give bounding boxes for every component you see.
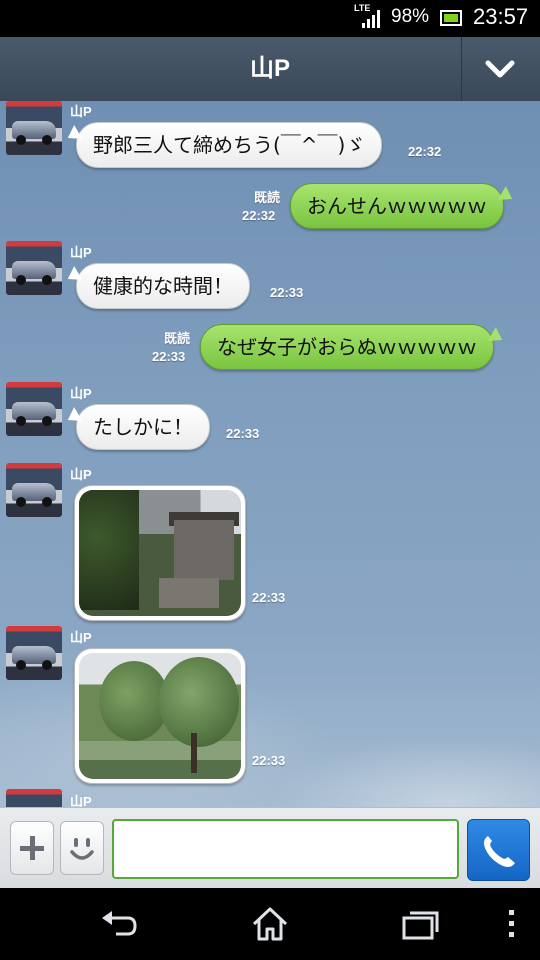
sticker-button[interactable] — [60, 821, 104, 875]
chat-area[interactable]: 山P 野郎三人て締めちう(￣^￣)ゞ 22:32 既読 22:32 おんせんｗｗ… — [0, 101, 540, 807]
message-time: 22:32 — [242, 208, 276, 223]
signal-icon — [362, 10, 380, 28]
message-time: 22:33 — [252, 753, 286, 768]
phone-icon — [484, 836, 515, 867]
garden-photo[interactable] — [74, 648, 246, 784]
plus-icon — [20, 836, 44, 860]
incoming-message[interactable]: 野郎三人て締めちう(￣^￣)ゞ — [76, 122, 383, 168]
back-icon — [102, 911, 137, 936]
sender-avatar[interactable] — [6, 382, 62, 436]
home-button[interactable] — [250, 904, 290, 944]
recent-apps-button[interactable] — [400, 904, 440, 944]
sender-name: 山P — [70, 794, 92, 807]
message-time: 22:33 — [270, 285, 304, 300]
incoming-message[interactable]: たしかに！ — [76, 404, 210, 450]
read-receipt: 既読 — [253, 190, 280, 205]
sender-avatar[interactable] — [6, 101, 62, 155]
sender-name: 山P — [70, 245, 92, 260]
clock: 23:57 — [473, 4, 529, 29]
outgoing-message[interactable]: おんせんｗｗｗｗｗ — [290, 183, 504, 229]
sender-name: 山P — [70, 630, 92, 645]
sender-name: 山P — [70, 104, 92, 119]
message-input[interactable] — [112, 819, 459, 879]
status-bar: LTE 98% 23:57 — [0, 0, 540, 37]
message-time: 22:33 — [152, 349, 186, 364]
header-menu-button[interactable] — [462, 37, 540, 101]
outgoing-message[interactable]: なぜ女子がおらぬｗｗｗｗｗ — [200, 324, 494, 370]
message-time: 22:32 — [408, 144, 442, 159]
sender-name: 山P — [70, 386, 92, 401]
recent-apps-icon — [402, 911, 439, 940]
system-nav-bar — [0, 888, 540, 960]
battery-percent: 98% — [391, 6, 430, 27]
smiley-icon — [70, 838, 94, 860]
ryokan-photo[interactable] — [74, 485, 246, 621]
menu-button[interactable] — [492, 904, 532, 944]
incoming-message[interactable]: 健康的な時間！ — [76, 263, 250, 309]
home-icon — [252, 907, 288, 941]
sender-avatar[interactable] — [6, 241, 62, 295]
message-time: 22:33 — [226, 426, 260, 441]
call-button[interactable] — [467, 819, 530, 881]
chat-header: 山P — [0, 37, 540, 102]
battery-icon — [440, 10, 462, 26]
chat-title: 山P — [249, 55, 290, 82]
message-input-bar — [0, 807, 540, 889]
sender-name: 山P — [70, 467, 92, 482]
sender-avatar[interactable] — [6, 626, 62, 680]
menu-icon — [509, 910, 514, 937]
sender-avatar[interactable] — [6, 463, 62, 517]
message-time: 22:33 — [252, 590, 286, 605]
back-button[interactable] — [100, 904, 140, 944]
chevron-down-icon — [485, 60, 515, 78]
sender-avatar[interactable] — [6, 789, 62, 807]
read-receipt: 既読 — [163, 331, 190, 346]
add-attachment-button[interactable] — [10, 821, 54, 875]
